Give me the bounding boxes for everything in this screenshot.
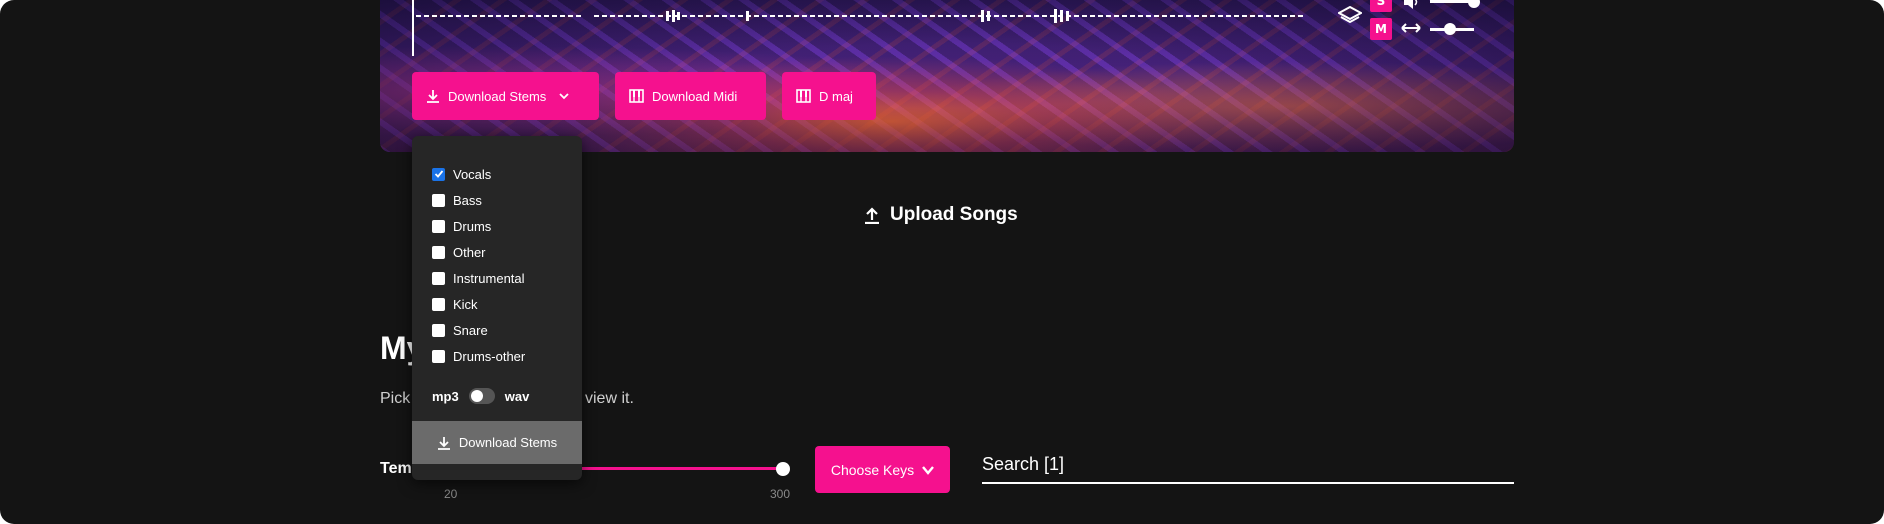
search-label: Search [1] [982, 454, 1065, 474]
choose-keys-button[interactable]: Choose Keys [815, 446, 950, 493]
checkbox-icon[interactable] [432, 323, 445, 337]
stem-option-drums[interactable]: Drums [432, 215, 491, 237]
checkbox-icon[interactable] [432, 219, 445, 233]
download-stems-confirm-button[interactable]: Download Stems [412, 421, 582, 464]
checkbox-icon[interactable] [432, 193, 445, 207]
stem-label: Vocals [453, 166, 492, 182]
tempo-label: Tem [380, 460, 412, 477]
stem-label: Instrumental [453, 270, 525, 286]
pan-arrows-icon [1400, 20, 1422, 40]
stem-label: Drums [453, 218, 492, 234]
stem-option-other[interactable]: Other [432, 241, 486, 263]
download-midi-label: Download Midi [652, 88, 738, 104]
stem-option-drums-other[interactable]: Drums-other [432, 345, 525, 367]
piano-icon [796, 89, 811, 103]
solo-button[interactable]: S [1370, 0, 1392, 12]
format-mp3-label: mp3 [432, 388, 459, 404]
choose-keys-label: Choose Keys [830, 461, 915, 478]
tempo-slider-track[interactable] [580, 467, 782, 470]
chevron-down-icon [559, 93, 569, 100]
stem-label: Kick [453, 296, 478, 312]
upload-songs-label: Upload Songs [890, 204, 1018, 225]
key-label: D maj [819, 88, 853, 104]
playhead[interactable] [412, 0, 414, 56]
stem-label: Snare [453, 322, 488, 338]
download-icon [427, 90, 439, 103]
piano-icon [629, 89, 644, 103]
search-input[interactable]: Search [1] [982, 454, 1514, 484]
logo-icon [1336, 5, 1364, 30]
stem-label: Drums-other [453, 348, 526, 364]
waveform[interactable] [416, 6, 1306, 26]
checkbox-icon[interactable] [432, 271, 445, 285]
key-button[interactable]: D maj [782, 72, 876, 120]
stem-label: Other [453, 244, 486, 260]
download-stems-confirm-label: Download Stems [458, 435, 558, 450]
download-stems-button[interactable]: Download Stems [412, 72, 599, 120]
stem-option-snare[interactable]: Snare [432, 319, 488, 341]
tempo-min-tick: 20 [444, 487, 458, 501]
stem-label: Bass [453, 192, 482, 208]
checkbox-checked-icon[interactable] [432, 167, 445, 181]
stems-dropdown-menu: Vocals Bass Drums Other Instrumental Kic… [412, 136, 582, 480]
stem-option-instrumental[interactable]: Instrumental [432, 267, 525, 289]
format-wav-label: wav [504, 388, 530, 404]
speaker-icon[interactable] [1402, 0, 1420, 14]
download-stems-label: Download Stems [448, 88, 547, 104]
format-toggle-switch[interactable] [468, 388, 495, 404]
library-subtext-start: Pick [380, 390, 411, 407]
checkbox-icon[interactable] [432, 349, 445, 363]
app-frame: S M Download Stems Download Midi D maj U… [0, 0, 1884, 524]
upload-songs-button[interactable]: Upload Songs [864, 200, 1018, 230]
stem-option-bass[interactable]: Bass [432, 189, 482, 211]
stem-option-vocals[interactable]: Vocals [432, 163, 491, 185]
chevron-down-icon [922, 465, 935, 475]
checkbox-icon[interactable] [432, 245, 445, 259]
checkbox-icon[interactable] [432, 297, 445, 311]
mute-button[interactable]: M [1370, 18, 1392, 40]
stem-option-kick[interactable]: Kick [432, 293, 478, 315]
download-icon [437, 436, 450, 450]
library-subtext-end: view it. [585, 390, 634, 407]
upload-icon [865, 207, 879, 224]
tempo-slider-knob[interactable] [776, 462, 790, 476]
pan-slider-knob[interactable] [1444, 23, 1456, 35]
download-midi-button[interactable]: Download Midi [615, 72, 766, 120]
tempo-max-tick: 300 [770, 487, 791, 501]
format-toggle-row: mp3 wav [432, 388, 529, 404]
